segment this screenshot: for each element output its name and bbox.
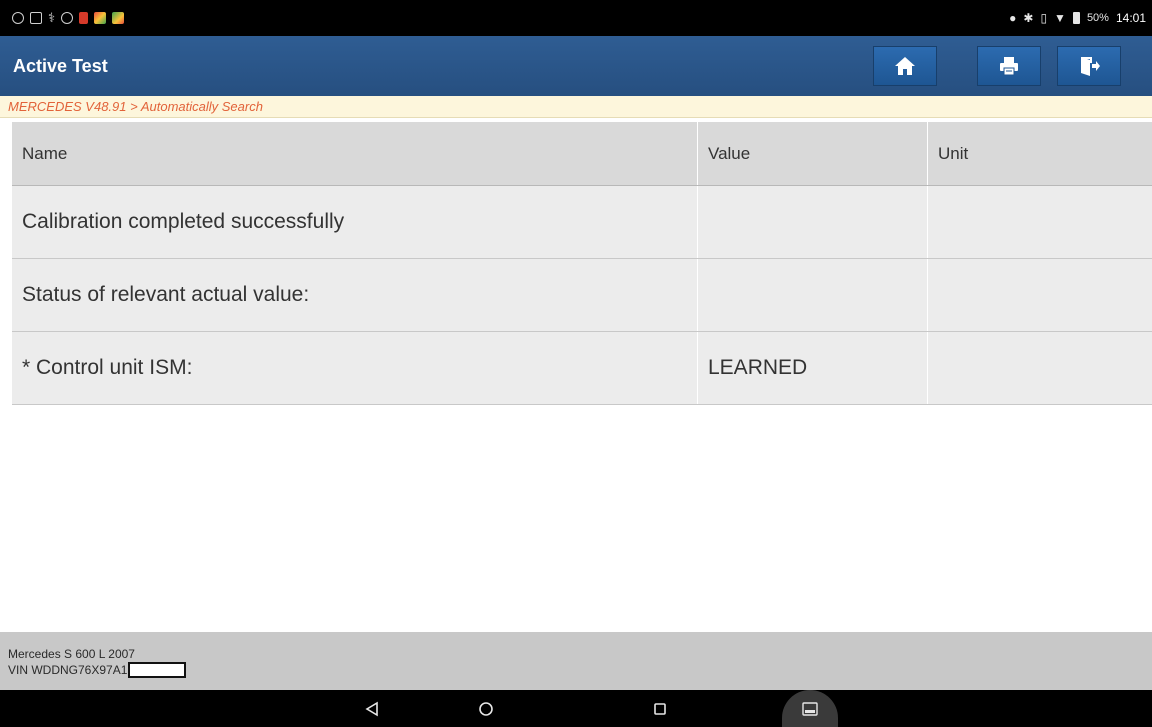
- exit-button[interactable]: [1057, 46, 1121, 86]
- column-header-unit: Unit: [938, 143, 969, 163]
- table-row: Calibration completed successfully: [12, 186, 1152, 259]
- print-icon: [1000, 57, 1018, 76]
- cell-name: Status of relevant actual value:: [12, 259, 698, 331]
- settings-icon: [12, 12, 24, 24]
- battery-percent: 50%: [1086, 12, 1109, 24]
- wifi-icon: ▼: [1054, 11, 1066, 25]
- cell-name: * Control unit ISM:: [12, 332, 698, 404]
- battery-icon: [1072, 12, 1080, 24]
- stethoscope-icon: ⚕: [48, 10, 56, 25]
- app-icon: [94, 12, 107, 24]
- gallery-button[interactable]: [782, 690, 838, 727]
- back-icon: [365, 701, 378, 716]
- table-row: Status of relevant actual value:: [12, 259, 1152, 332]
- table-row: * Control unit ISM: LEARNED: [12, 332, 1152, 405]
- exit-icon: [1081, 57, 1100, 76]
- cell-value: LEARNED: [698, 332, 928, 404]
- location-icon: ●: [1009, 11, 1017, 25]
- vin-text: VIN WDDNG76X97A1: [8, 662, 128, 677]
- home-button[interactable]: [873, 46, 937, 86]
- cell-unit: [928, 332, 1152, 404]
- system-icons: ● ✱ ▯ ▼ 50% 14:01: [1009, 0, 1146, 36]
- recents-button[interactable]: [645, 690, 675, 727]
- recents-icon: [654, 702, 666, 715]
- low-battery-icon: [79, 12, 89, 24]
- vehicle-model: Mercedes S 600 L 2007: [8, 647, 135, 661]
- home-nav-button[interactable]: [471, 690, 501, 727]
- table-header-row: Name Value Unit: [12, 122, 1152, 186]
- vin-redaction-box: [128, 662, 187, 678]
- home-circle-icon: [479, 701, 493, 716]
- cell-name: Calibration completed successfully: [12, 186, 698, 258]
- screen: ⚕ ● ✱ ▯ ▼ 50% 14:01 Active Test MERCEDES…: [0, 0, 1152, 727]
- back-button[interactable]: [357, 690, 387, 727]
- bluetooth-icon: ✱: [1023, 11, 1034, 25]
- cell-unit: [928, 186, 1152, 258]
- data-table: Name Value Unit Calibration completed su…: [12, 122, 1152, 405]
- status-bar: ⚕ ● ✱ ▯ ▼ 50% 14:01: [0, 0, 1152, 36]
- column-header-name: Name: [12, 122, 698, 185]
- gallery-icon: [802, 701, 818, 716]
- notification-icons: ⚕: [12, 0, 125, 36]
- breadcrumb-text: MERCEDES V48.91 > Automatically Search: [8, 99, 263, 114]
- vehicle-info-footer: Mercedes S 600 L 2007 VIN WDDNG76X97A1: [0, 632, 1152, 690]
- column-header-value: Value: [698, 122, 928, 185]
- screenshot-icon: [30, 12, 42, 24]
- cell-value: [698, 186, 928, 258]
- aperture-icon: [61, 12, 74, 24]
- app-header: Active Test: [0, 36, 1152, 96]
- status-time: 14:01: [1115, 11, 1146, 25]
- page-title: Active Test: [13, 56, 108, 76]
- breadcrumb: MERCEDES V48.91 > Automatically Search: [0, 96, 1152, 118]
- home-icon: [895, 57, 915, 75]
- vin-line: VIN WDDNG76X97A1: [8, 662, 187, 678]
- cell-unit: [928, 259, 1152, 331]
- cell-value: [698, 259, 928, 331]
- app-icon: [112, 12, 125, 24]
- print-button[interactable]: [977, 46, 1041, 86]
- vibrate-icon: ▯: [1040, 11, 1048, 25]
- navigation-bar: [0, 690, 1152, 727]
